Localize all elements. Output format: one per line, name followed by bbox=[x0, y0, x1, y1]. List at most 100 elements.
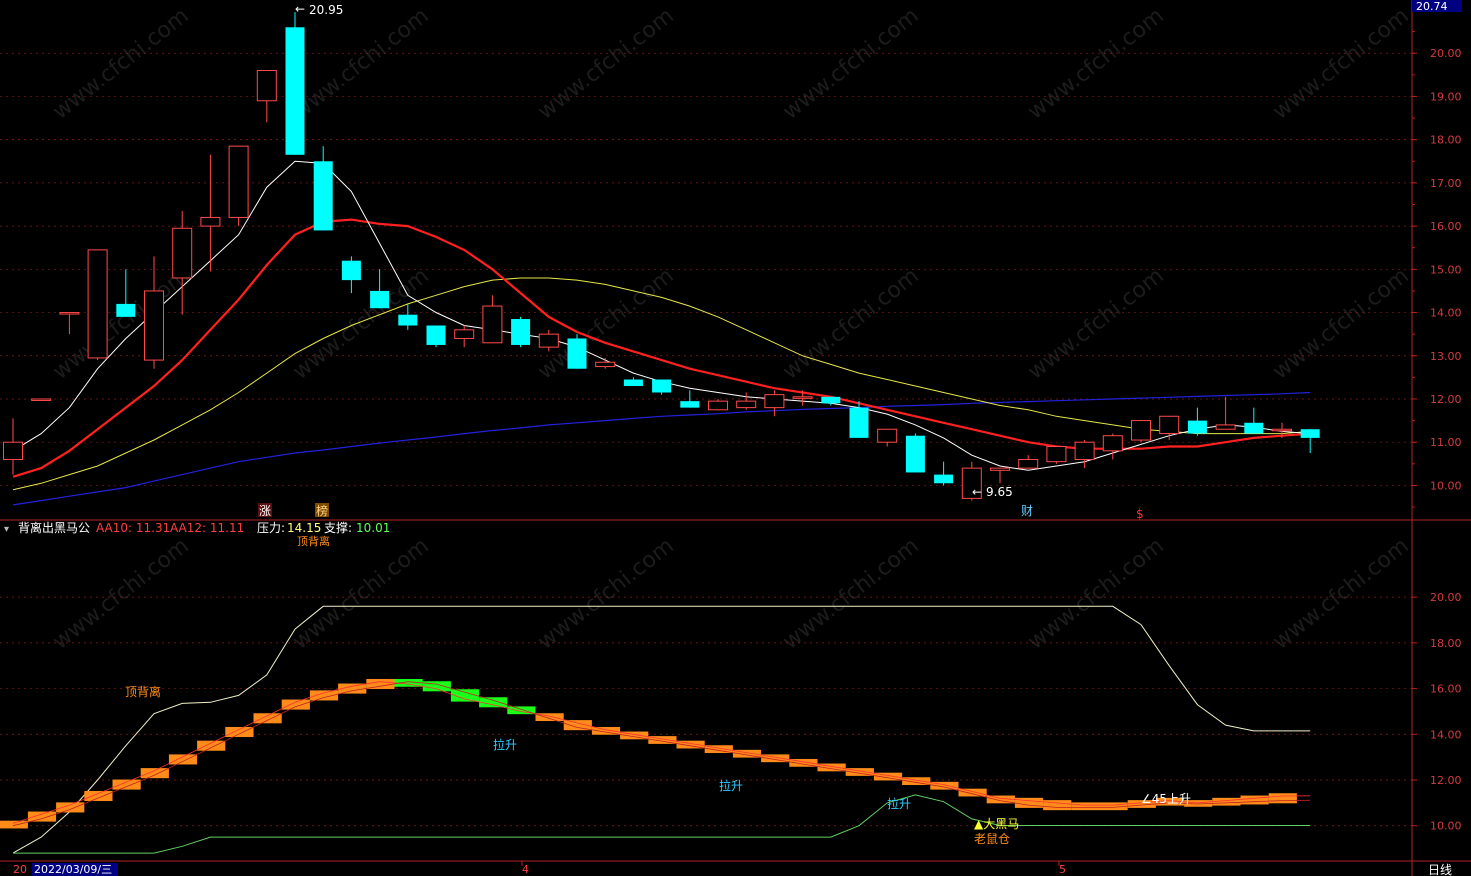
support-value: 10.01 bbox=[356, 521, 390, 535]
dark-horse-label: ▲大黑马 bbox=[974, 817, 1019, 831]
candle-body-down[interactable] bbox=[370, 290, 390, 309]
indicator-name[interactable]: 背离出黑马公 bbox=[18, 520, 90, 535]
pull-up-label-1: 拉升 bbox=[493, 737, 517, 752]
date-prefix: 20 bbox=[13, 863, 27, 876]
candle-body-up[interactable] bbox=[708, 400, 728, 411]
candle-body-down[interactable] bbox=[1300, 429, 1320, 438]
event-label-cai[interactable]: 财 bbox=[1021, 504, 1033, 518]
indicator-axis-tick-label: 14.00 bbox=[1430, 728, 1462, 741]
price-axis-tick-label: 16.00 bbox=[1430, 220, 1462, 233]
candle-body-up[interactable] bbox=[1102, 435, 1123, 452]
collapse-icon[interactable]: ▾ bbox=[4, 524, 9, 535]
pressure-value: 14.15 bbox=[287, 521, 321, 535]
candle-body-up[interactable] bbox=[1131, 420, 1151, 441]
period-label[interactable]: 日线 bbox=[1428, 863, 1452, 876]
stock-chart[interactable]: www.cfchi.com www.cfchi.com www.cfchi.com w… bbox=[0, 0, 1471, 876]
indicator-band-bull bbox=[225, 726, 254, 738]
candle-body-up[interactable] bbox=[87, 249, 108, 359]
candle-body-down[interactable] bbox=[934, 474, 954, 484]
indicator-band-bull bbox=[1071, 802, 1100, 811]
candle-body-down[interactable] bbox=[426, 325, 446, 345]
candle-body-up[interactable] bbox=[200, 216, 221, 227]
pull-up-label-2: 拉升 bbox=[719, 778, 743, 793]
candle-body-up[interactable] bbox=[877, 428, 898, 443]
price-axis-tick-label: 11.00 bbox=[1430, 436, 1462, 449]
candle-body-down[interactable] bbox=[285, 27, 305, 155]
event-label-zhang: 涨 bbox=[259, 503, 271, 518]
candle-body-up[interactable] bbox=[1074, 441, 1095, 460]
event-label-dollar[interactable]: $ bbox=[1136, 507, 1144, 521]
candle-body-up[interactable] bbox=[256, 70, 277, 102]
indicator-band-bull bbox=[0, 820, 28, 829]
candle-body-up[interactable] bbox=[1046, 446, 1067, 463]
candle-body-down[interactable] bbox=[116, 303, 136, 317]
indicator-band-bull bbox=[1043, 800, 1072, 811]
candle-body-up[interactable] bbox=[1215, 424, 1236, 430]
indicator-band-bull bbox=[1240, 795, 1269, 805]
candle-body-up[interactable] bbox=[144, 290, 164, 361]
candle-body-up[interactable] bbox=[764, 394, 785, 409]
candle-body-down[interactable] bbox=[821, 396, 841, 404]
candle-body-up[interactable] bbox=[595, 361, 616, 368]
month-label-5: 5 bbox=[1059, 863, 1066, 876]
candle-body-down[interactable] bbox=[1244, 422, 1264, 434]
pressure-label: 压力: bbox=[257, 521, 285, 535]
support-label: 支撑: bbox=[324, 520, 352, 535]
candle-body-down[interactable] bbox=[398, 314, 418, 326]
indicator-band-bull bbox=[140, 768, 169, 779]
candle-body-up[interactable] bbox=[228, 145, 249, 218]
indicator-band-bull bbox=[281, 699, 310, 710]
aa12-readout: AA12: 11.11 bbox=[170, 521, 244, 535]
price-axis-tick-label: 15.00 bbox=[1430, 263, 1462, 276]
candle-body-up[interactable] bbox=[454, 329, 475, 339]
indicator-band-bull bbox=[56, 802, 85, 813]
candle-body-down[interactable] bbox=[341, 260, 361, 281]
indicator-band-bull bbox=[168, 754, 198, 765]
candle-body-down[interactable] bbox=[849, 407, 869, 438]
indicator-band-bear bbox=[479, 697, 508, 708]
price-axis-tick-label: 13.00 bbox=[1430, 350, 1462, 363]
candle-body-down[interactable] bbox=[313, 161, 333, 231]
candle-body-down[interactable] bbox=[680, 401, 700, 408]
pull-up-label-3: 拉升 bbox=[887, 796, 911, 811]
candle-body-up[interactable] bbox=[1159, 415, 1180, 435]
candle-body-up[interactable] bbox=[31, 398, 52, 401]
high-price-label: 20.95 bbox=[309, 3, 343, 17]
indicator-band-bull bbox=[84, 790, 113, 802]
candle-body-up[interactable] bbox=[792, 396, 813, 399]
price-axis-tick-label: 19.00 bbox=[1430, 90, 1462, 103]
indicator-axis-tick-label: 12.00 bbox=[1430, 774, 1462, 787]
candle-body-up[interactable] bbox=[482, 305, 503, 344]
candle-body-down[interactable] bbox=[567, 338, 587, 369]
candle-body-down[interactable] bbox=[652, 379, 672, 393]
indicator-band-bull bbox=[253, 713, 282, 724]
candle-body-down[interactable] bbox=[511, 319, 531, 345]
low-price-label: 9.65 bbox=[986, 485, 1013, 499]
candle-body-up[interactable] bbox=[538, 333, 559, 348]
indicator-axis-tick-label: 18.00 bbox=[1430, 637, 1462, 650]
candle-body-up[interactable] bbox=[59, 312, 80, 315]
rat-warehouse-label: 老鼠仓 bbox=[974, 832, 1010, 846]
candle-body-up[interactable] bbox=[172, 227, 193, 279]
candle-body-up[interactable] bbox=[736, 400, 757, 409]
aa10-readout: AA10: 11.31 bbox=[96, 521, 170, 535]
cursor-date: 2022/03/09/三 bbox=[34, 863, 112, 876]
price-axis-tick-label: 18.00 bbox=[1430, 134, 1462, 147]
header-overflow-label: 顶背离 bbox=[297, 534, 330, 548]
price-axis-tick-label: 10.00 bbox=[1430, 479, 1462, 492]
indicator-axis-tick-label: 20.00 bbox=[1430, 591, 1462, 604]
candle-body-up[interactable] bbox=[3, 441, 23, 460]
last-price-value: 20.74 bbox=[1416, 0, 1448, 13]
indicator-band-bull bbox=[27, 811, 57, 822]
candle-body-up[interactable] bbox=[1272, 428, 1292, 432]
candle-body-up[interactable] bbox=[1018, 458, 1039, 469]
price-axis-tick-label: 20.00 bbox=[1430, 47, 1462, 60]
month-label-4: 4 bbox=[522, 863, 529, 876]
candle-body-down[interactable] bbox=[1187, 420, 1207, 434]
low-arrow: ← bbox=[972, 485, 982, 499]
price-axis-tick-label: 12.00 bbox=[1430, 393, 1462, 406]
candle-body-down[interactable] bbox=[623, 379, 643, 387]
candle-body-down[interactable] bbox=[905, 435, 925, 473]
candle-body-up[interactable] bbox=[990, 467, 1010, 471]
price-axis-tick-label: 17.00 bbox=[1430, 177, 1462, 190]
